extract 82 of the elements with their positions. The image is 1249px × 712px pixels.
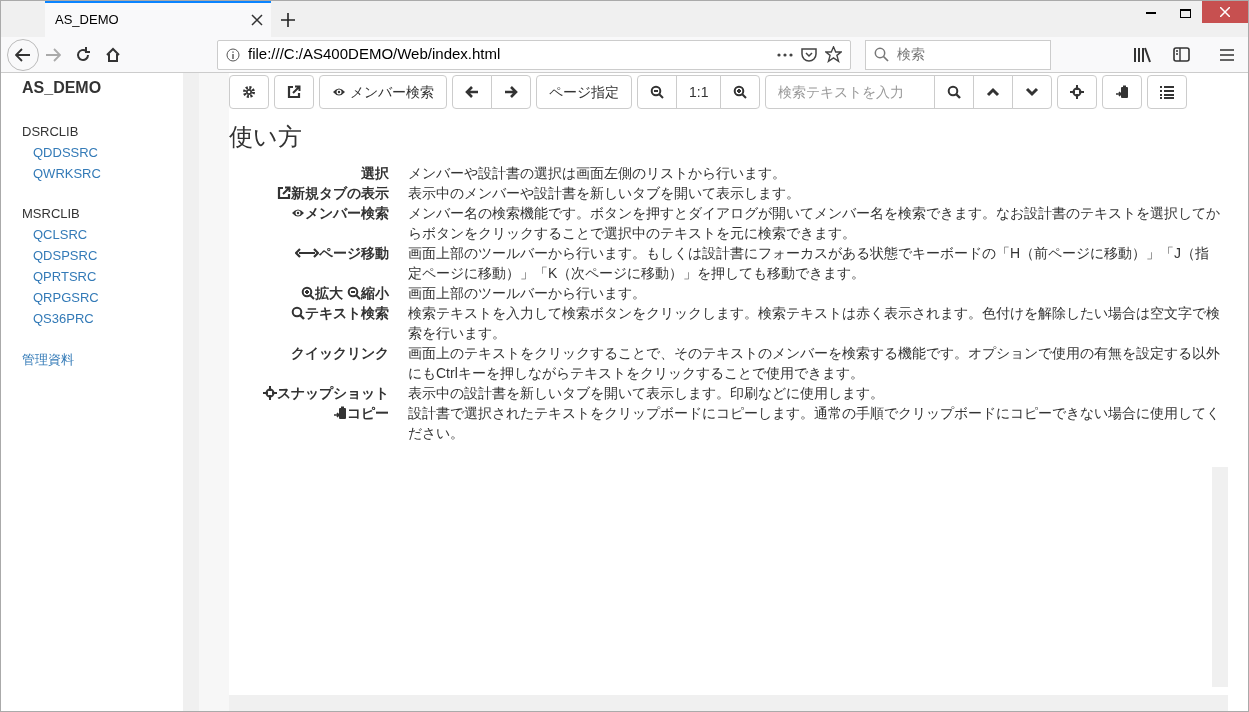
menu-icon[interactable]	[1220, 48, 1234, 61]
back-arrow-icon	[15, 47, 31, 62]
browser-tab[interactable]: AS_DEMO	[45, 1, 271, 37]
member-link[interactable]: QPRTSRC	[33, 267, 97, 287]
library-icon[interactable]	[1133, 46, 1151, 63]
toolbar-button[interactable]	[491, 75, 531, 109]
member-link[interactable]: QDDSSRC	[33, 143, 98, 163]
help-term: スナップショット	[277, 383, 389, 403]
scrollbar[interactable]	[229, 695, 1228, 711]
toolbar-button[interactable]	[229, 75, 269, 109]
member-link[interactable]: QWRKSRC	[33, 164, 101, 184]
crosshair-icon	[263, 385, 277, 400]
toolbar-button[interactable]	[452, 75, 492, 109]
crosshair-icon	[1070, 85, 1085, 99]
address-bar[interactable]: file:///C:/AS400DEMO/Web/index.html	[217, 39, 851, 70]
toolbar-button[interactable]	[1102, 75, 1143, 109]
help-description: 画面上部のツールバーから行います。もしくは設計書にフォーカスがある状態でキーボードの「H（前ページに移動）」「J（指定ページに移動）」「K（次ページに移動）」を押しても移動できます。	[408, 243, 1211, 283]
help-description: 画面上のテキストをクリックすることで、そのテキストのメンバーを検索する機能です。オプションで使用の有無を設定する以外にもCtrlキーを押しながらテキストをクリックすることで使用できます。	[408, 343, 1221, 383]
arrow-right-icon	[504, 85, 518, 99]
tab-title: AS_DEMO	[55, 11, 119, 30]
url-text: file:///C:/AS400DEMO/Web/index.html	[248, 44, 501, 65]
list-icon	[1160, 85, 1175, 99]
page-heading: 使い方	[229, 123, 303, 152]
close-icon[interactable]	[251, 14, 263, 26]
double-arrow-icon	[295, 245, 319, 260]
help-description: 表示中の設計書を新しいタブを開いて表示します。印刷などに使用します。	[408, 383, 885, 403]
home-icon[interactable]	[105, 46, 121, 63]
sidebar-icon[interactable]	[1173, 47, 1190, 62]
chevron-up-icon	[986, 85, 1001, 99]
member-link[interactable]: QDSPSRC	[33, 246, 98, 266]
help-term: メンバー検索	[305, 203, 389, 223]
search-icon	[874, 47, 889, 62]
help-term: 拡大	[315, 283, 343, 303]
sidebar-link[interactable]: 管理資料	[22, 352, 74, 367]
help-term: クイックリンク	[291, 343, 389, 363]
help-description: 検索テキストを入力して検索ボタンをクリックします。検索テキストは赤く表示されます。色付けを解除したい場合は空文字で検索を行います。	[408, 303, 1221, 343]
external-link-icon	[287, 85, 301, 99]
library-label: MSRCLIB	[22, 205, 81, 223]
toolbar-button[interactable]	[1147, 75, 1188, 109]
member-link[interactable]: QS36PRC	[33, 309, 94, 329]
zoom-in-icon	[733, 85, 748, 99]
help-term: テキスト検索	[305, 303, 389, 323]
help-term: 新規タブの表示	[291, 183, 389, 203]
member-link[interactable]: QRPGSRC	[33, 288, 99, 308]
arrow-left-icon	[465, 85, 479, 99]
toolbar-button[interactable]: メンバー検索	[319, 75, 447, 109]
chevron-down-icon	[1025, 85, 1040, 99]
toolbar-button[interactable]	[720, 75, 761, 109]
toolbar-button[interactable]	[274, 75, 314, 109]
zoom-out-icon	[347, 285, 361, 300]
sidebar-title: AS_DEMO	[22, 78, 103, 98]
new-tab-icon[interactable]	[281, 13, 295, 27]
scrollbar[interactable]	[183, 73, 199, 711]
search-icon	[947, 85, 962, 99]
help-term: コピー	[347, 403, 389, 423]
maximize-icon[interactable]	[1179, 8, 1191, 18]
toolbar-button[interactable]	[934, 75, 975, 109]
search-icon	[291, 305, 305, 320]
help-term: 縮小	[361, 283, 389, 303]
help-description: メンバー名の検索機能です。ボタンを押すとダイアログが開いてメンバー名を検索できます。なお設計書のテキストを選択してからボタンをクリックすることで選択中のテキストを元に検索できます。	[408, 203, 1221, 243]
toolbar-button[interactable]: 1:1	[676, 75, 722, 109]
search-text-field[interactable]: 検索テキストを入力	[765, 75, 936, 109]
zoom-out-icon	[650, 85, 664, 99]
toolbar-button[interactable]	[637, 75, 677, 109]
info-icon[interactable]	[226, 47, 240, 62]
help-description: 画面上部のツールバーから行います。	[408, 283, 647, 303]
toolbar-button[interactable]	[1057, 75, 1098, 109]
reload-icon[interactable]	[75, 46, 91, 63]
help-description: 設計書で選択されたテキストをクリップボードにコピーします。通常の手順でクリップボードにコピーできない場合に使用してください。	[408, 403, 1221, 443]
help-term: ページ移動	[319, 243, 389, 263]
bookmark-star-icon[interactable]	[825, 46, 842, 63]
toolbar-button[interactable]: ページ指定	[536, 75, 632, 109]
help-description: メンバーや設計書の選択は画面左側のリストから行います。	[408, 163, 787, 183]
search-field[interactable]: 検索	[865, 39, 1051, 70]
pocket-icon[interactable]	[801, 46, 817, 63]
member-link[interactable]: QCLSRC	[33, 225, 88, 245]
library-label: DSRCLIB	[22, 123, 80, 141]
zoom-in-icon	[301, 285, 315, 300]
external-link-icon	[277, 185, 291, 200]
help-term: 選択	[361, 163, 389, 183]
more-icon[interactable]	[777, 52, 793, 57]
help-description: 表示中のメンバーや設計書を新しいタブを開いて表示します。	[408, 183, 801, 203]
